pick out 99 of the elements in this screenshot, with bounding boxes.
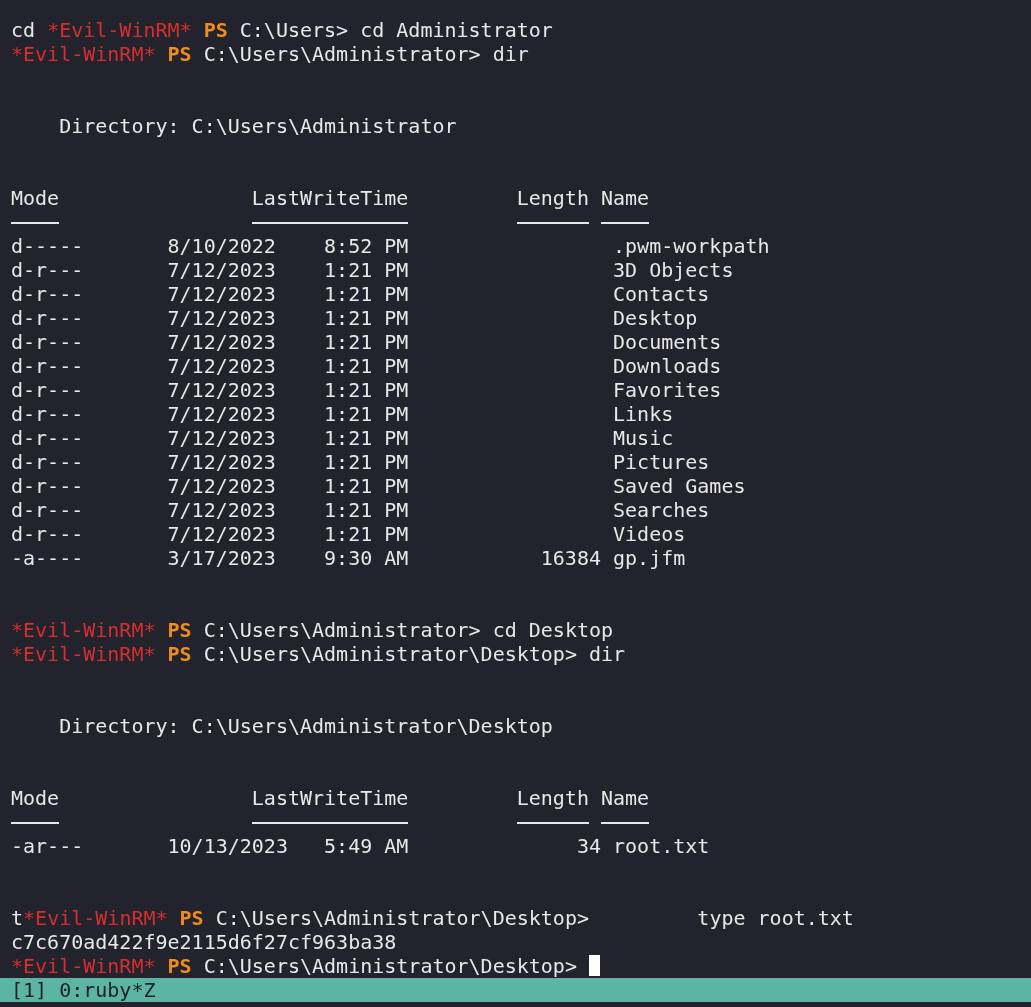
- date-cell-text: 7/12/2023: [167, 498, 277, 522]
- name-cell: Documents: [613, 330, 722, 354]
- time-cell: 1:21 PM: [324, 258, 409, 282]
- column-header: Length: [516, 786, 590, 810]
- mode-cell-text: d-r---: [11, 402, 85, 426]
- prompt-shell: PS: [179, 906, 204, 930]
- name-cell: root.txt: [613, 834, 710, 858]
- date-cell-text: 7/12/2023: [167, 258, 277, 282]
- prompt-path: C:\Users\Administrator\Desktop>: [203, 954, 577, 978]
- column-header: LastWriteTime: [251, 786, 410, 810]
- prompt-marker: *Evil-WinRM*: [47, 18, 192, 42]
- prompt-shell: PS: [167, 42, 192, 66]
- prompt-shell: PS: [167, 954, 192, 978]
- time-cell: 1:21 PM: [324, 426, 409, 450]
- command-text: cd Desktop: [492, 618, 614, 642]
- time-cell: 1:21 PM: [324, 378, 409, 402]
- mode-cell-text: d-r---: [11, 450, 85, 474]
- prompt-path: C:\Users\Administrator>: [203, 42, 481, 66]
- time-cell: 1:21 PM: [324, 522, 409, 546]
- date-cell-text: 7/12/2023: [167, 354, 277, 378]
- name-cell: 3D Objects: [613, 258, 734, 282]
- time-cell: 5:49 AM: [324, 834, 409, 858]
- name-cell: .pwm-workpath: [613, 234, 770, 258]
- mode-cell-text: d-r---: [11, 306, 85, 330]
- mode-cell-text: d-r---: [11, 426, 85, 450]
- time-cell: 9:30 AM: [324, 546, 409, 570]
- name-cell: Videos: [613, 522, 686, 546]
- date-cell-text: 7/12/2023: [167, 474, 277, 498]
- date-cell-text: 7/12/2023: [167, 306, 277, 330]
- date-cell-text: 7/12/2023: [167, 330, 277, 354]
- date-cell-text: 7/12/2023: [167, 450, 277, 474]
- prompt-shell: PS: [167, 618, 192, 642]
- output-text: c7c670ad422f9e2115d6f27cf963ba38: [11, 930, 397, 954]
- name-cell: Links: [613, 402, 674, 426]
- time-cell: 1:21 PM: [324, 498, 409, 522]
- name-cell: Favorites: [613, 378, 722, 402]
- date-cell-text: 8/10/2022: [167, 234, 277, 258]
- name-cell: Pictures: [613, 450, 710, 474]
- date-cell-text: 7/12/2023: [167, 402, 277, 426]
- time-cell: 1:21 PM: [324, 330, 409, 354]
- prompt-path: C:\Users\Administrator\Desktop>: [203, 642, 577, 666]
- time-cell: 1:21 PM: [324, 450, 409, 474]
- time-cell: 1:21 PM: [324, 306, 409, 330]
- mode-cell-text: d-r---: [11, 474, 85, 498]
- name-cell: Contacts: [613, 282, 710, 306]
- mode-cell-text: -ar---: [11, 834, 85, 858]
- time-cell: 1:21 PM: [324, 402, 409, 426]
- prompt-marker: *Evil-WinRM*: [11, 42, 156, 66]
- name-cell: Desktop: [613, 306, 698, 330]
- terminal-text: t: [11, 906, 24, 930]
- date-cell-text: 7/12/2023: [167, 426, 277, 450]
- terminal-text: cd: [11, 18, 37, 42]
- column-header: Mode: [11, 786, 61, 810]
- column-header: Name: [601, 186, 650, 210]
- directory-heading: Directory: C:\Users\Administrator\Desktop: [59, 714, 553, 738]
- mode-cell-text: d-r---: [11, 330, 85, 354]
- command-text: dir: [588, 642, 626, 666]
- mode-cell-text: d-r---: [11, 354, 85, 378]
- prompt-marker: *Evil-WinRM*: [11, 618, 156, 642]
- command-text: type root.txt: [697, 906, 854, 930]
- mode-cell-text: d-r---: [11, 378, 85, 402]
- name-cell: Saved Games: [613, 474, 746, 498]
- name-cell: Downloads: [613, 354, 722, 378]
- date-cell-text: 7/12/2023: [167, 522, 277, 546]
- time-cell: 1:21 PM: [324, 354, 409, 378]
- name-cell: Searches: [613, 498, 710, 522]
- column-header: Length: [516, 186, 590, 210]
- mode-cell-text: d-r---: [11, 282, 85, 306]
- command-text: cd Administrator: [360, 18, 553, 42]
- mode-cell-text: d-----: [11, 234, 85, 258]
- time-cell: 8:52 PM: [324, 234, 409, 258]
- prompt-marker: *Evil-WinRM*: [11, 954, 156, 978]
- prompt-marker: *Evil-WinRM*: [11, 642, 156, 666]
- prompt-shell: PS: [167, 642, 192, 666]
- date-cell-text: 7/12/2023: [167, 378, 277, 402]
- prompt-shell: PS: [203, 18, 228, 42]
- time-cell: 1:21 PM: [324, 282, 409, 306]
- mode-cell-text: d-r---: [11, 258, 85, 282]
- name-cell: Music: [613, 426, 674, 450]
- time-cell: 1:21 PM: [324, 474, 409, 498]
- column-header: Mode: [11, 186, 61, 210]
- column-header: Name: [601, 786, 650, 810]
- length-cell: 34: [576, 834, 601, 858]
- prompt-path: C:\Users>: [239, 18, 349, 42]
- status-text: [1] 0:ruby*Z: [11, 978, 156, 1002]
- column-header: LastWriteTime: [251, 186, 410, 210]
- date-cell: 10/13/2023: [167, 834, 288, 858]
- mode-cell-text: -a----: [11, 546, 85, 570]
- prompt-path: C:\Users\Administrator\Desktop>: [215, 906, 589, 930]
- date-cell-text: 3/17/2023: [167, 546, 277, 570]
- prompt-marker: *Evil-WinRM*: [23, 906, 168, 930]
- mode-cell-text: d-r---: [11, 498, 85, 522]
- date-cell-text: 7/12/2023: [167, 282, 277, 306]
- length-cell: 16384: [540, 546, 601, 570]
- command-text: dir: [492, 42, 529, 66]
- directory-heading: Directory: C:\Users\Administrator: [59, 114, 457, 138]
- name-cell: gp.jfm: [613, 546, 686, 570]
- prompt-path: C:\Users\Administrator>: [203, 618, 481, 642]
- mode-cell-text: d-r---: [11, 522, 85, 546]
